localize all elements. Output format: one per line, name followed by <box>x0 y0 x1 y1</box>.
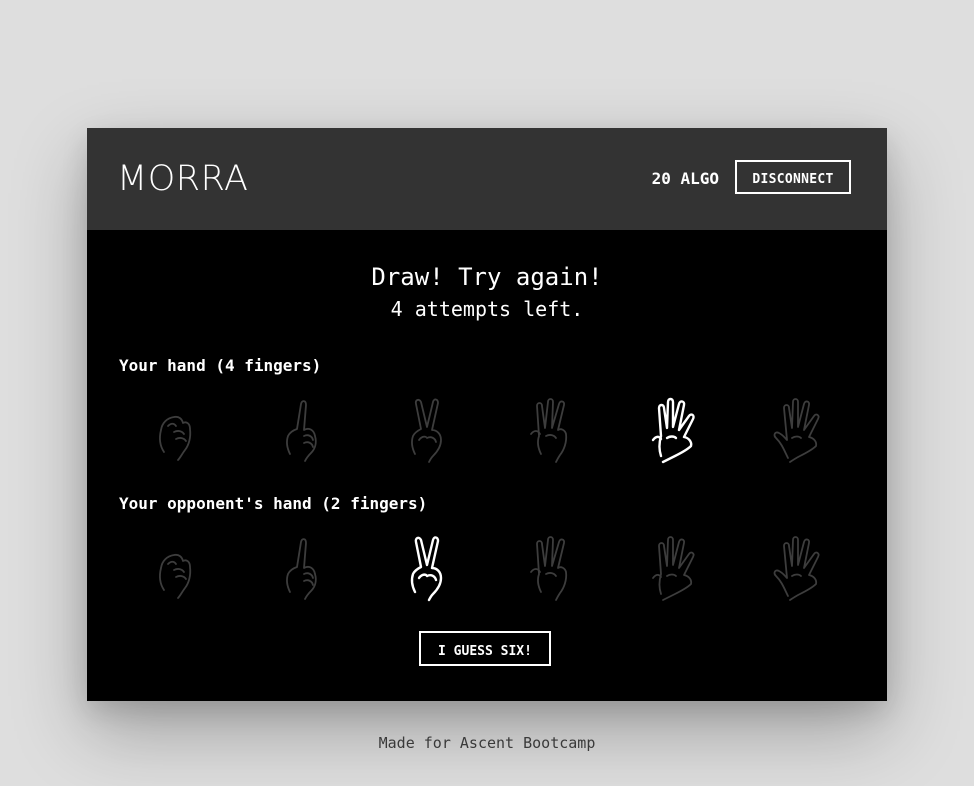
opponent-hand-five-fingers-icon[interactable] <box>762 528 842 604</box>
app-logo: MORRA <box>117 159 249 199</box>
disconnect-button[interactable]: DISCONNECT <box>735 160 851 194</box>
your-hand-fist-icon[interactable] <box>134 390 214 466</box>
your-hand-two-fingers-icon[interactable] <box>385 390 465 466</box>
your-hand-four-fingers-icon[interactable] <box>637 390 717 466</box>
your-hand-options <box>111 390 865 466</box>
opponent-hand-options <box>111 528 865 604</box>
your-hand-one-finger-icon[interactable] <box>260 390 340 466</box>
opponent-hand-four-fingers-icon[interactable] <box>637 528 717 604</box>
opponent-hand-label: Your opponent's hand (2 fingers) <box>119 494 428 513</box>
opponent-hand-fist-icon[interactable] <box>134 528 214 604</box>
guess-button[interactable]: I GUESS SIX! <box>419 631 551 666</box>
your-hand-five-fingers-icon[interactable] <box>762 390 842 466</box>
opponent-hand-two-fingers-icon[interactable] <box>385 528 465 604</box>
wallet-balance: 20 ALGO <box>651 169 719 188</box>
game-panel: MORRA 20 ALGO DISCONNECT Draw! Try again… <box>87 128 887 701</box>
attempts-left-text: 4 attempts left. <box>390 297 584 321</box>
footer-credit: Made for Ascent Bootcamp <box>378 734 596 752</box>
app-header: MORRA 20 ALGO DISCONNECT <box>87 128 887 230</box>
your-hand-three-fingers-icon[interactable] <box>511 390 591 466</box>
opponent-hand-one-finger-icon[interactable] <box>260 528 340 604</box>
opponent-hand-three-fingers-icon[interactable] <box>511 528 591 604</box>
your-hand-label: Your hand (4 fingers) <box>119 356 322 375</box>
round-result-title: Draw! Try again! <box>371 263 603 291</box>
